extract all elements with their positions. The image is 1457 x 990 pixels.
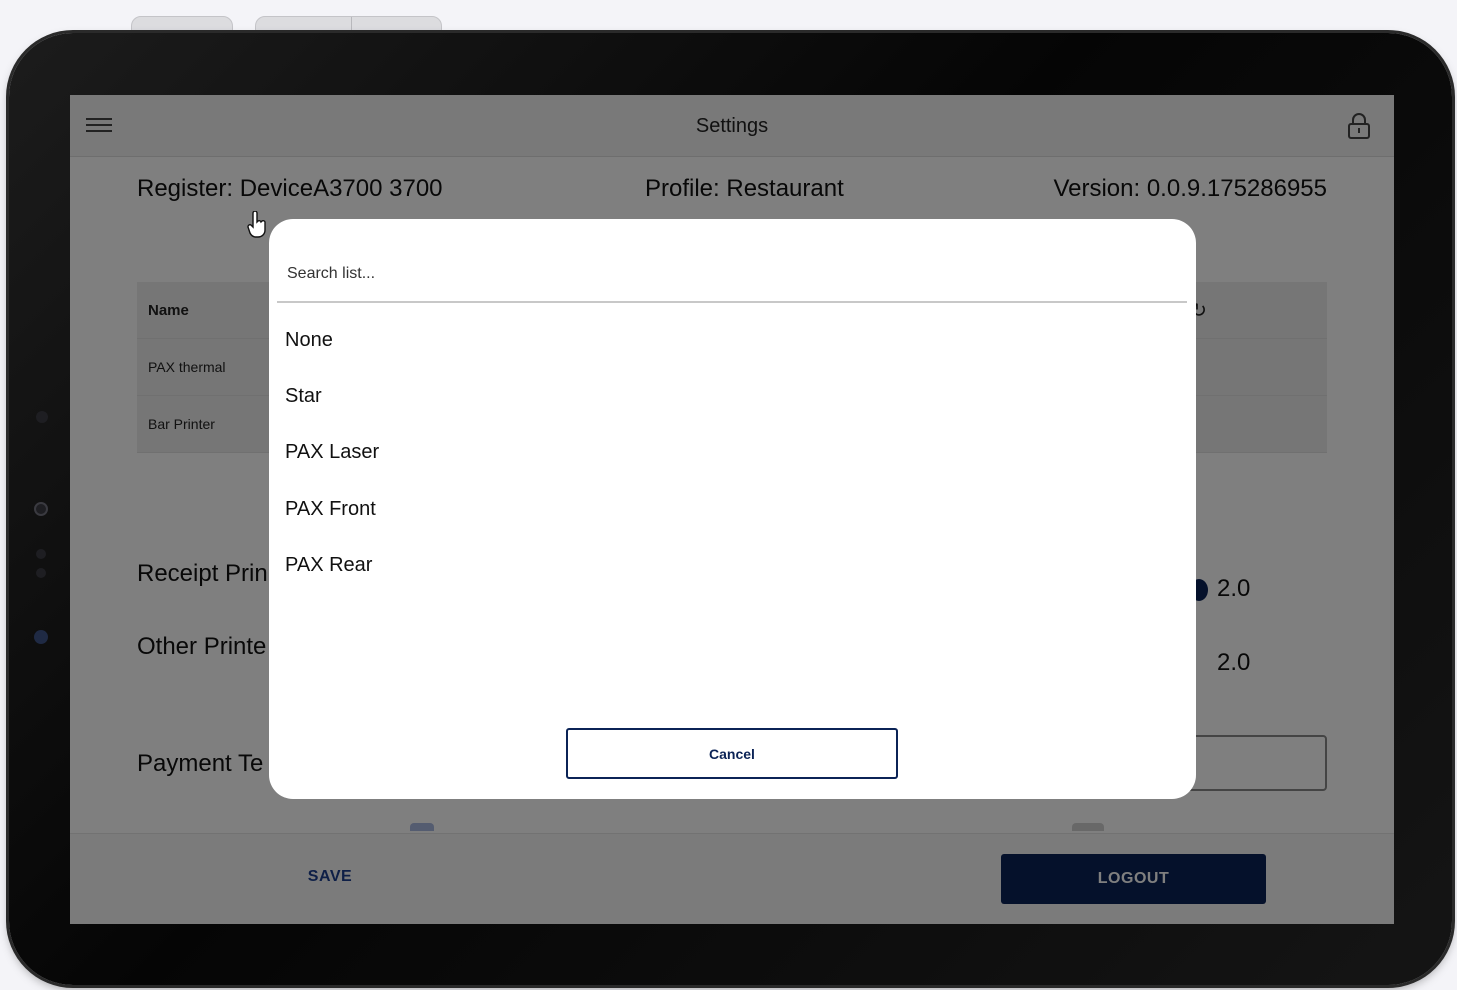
sensor-dot	[36, 411, 48, 423]
sensor-dot	[36, 568, 46, 578]
cancel-button[interactable]: Cancel	[566, 728, 898, 779]
printer-select-dialog: None Star PAX Laser PAX Front PAX Rear C…	[269, 219, 1196, 799]
option-none[interactable]: None	[285, 329, 333, 352]
option-pax-laser[interactable]: PAX Laser	[285, 441, 379, 464]
option-star[interactable]: Star	[285, 385, 322, 408]
search-input[interactable]	[277, 247, 1187, 303]
option-pax-front[interactable]: PAX Front	[285, 498, 376, 521]
front-camera-lens	[34, 630, 48, 644]
camera-icon	[34, 502, 48, 516]
hand-cursor-icon	[247, 211, 266, 238]
app-screen: Settings Register: DeviceA3700 3700 Prof…	[70, 95, 1394, 924]
option-pax-rear[interactable]: PAX Rear	[285, 554, 372, 577]
device-frame: Settings Register: DeviceA3700 3700 Prof…	[0, 0, 1457, 990]
sensor-dot	[36, 549, 46, 559]
